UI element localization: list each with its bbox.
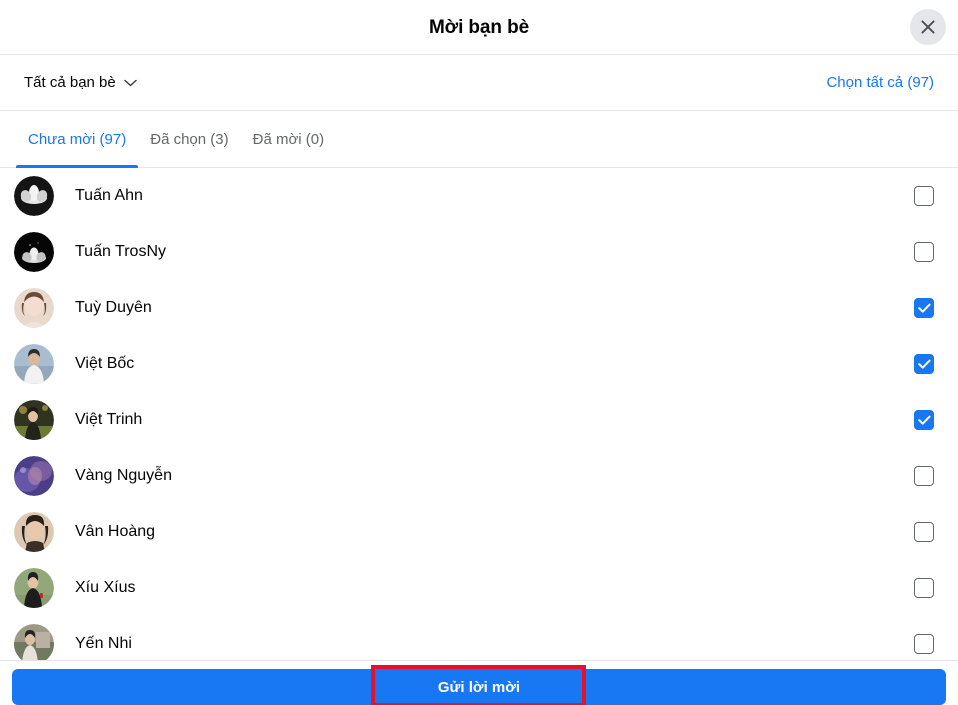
send-invite-button[interactable]: Gửi lời mời	[12, 669, 946, 705]
list-item[interactable]: Tuấn Ahn	[0, 168, 958, 224]
friend-name: Việt Bốc	[75, 355, 135, 373]
friend-name: Việt Trinh	[75, 411, 143, 429]
dialog-header: Mời bạn bè	[0, 0, 958, 55]
tab-selected[interactable]: Đã chọn (3)	[138, 111, 240, 167]
dialog-footer: Gửi lời mời	[0, 660, 958, 705]
friend-checkbox[interactable]	[914, 578, 934, 598]
chevron-down-icon	[124, 75, 137, 90]
avatar	[14, 288, 54, 328]
avatar	[14, 512, 54, 552]
filter-bar: Tất cả bạn bè Chọn tất cả (97)	[0, 55, 958, 111]
friend-name: Yến Nhi	[75, 635, 132, 653]
friend-name: Vân Hoàng	[75, 523, 156, 541]
avatar	[14, 456, 54, 496]
avatar	[14, 400, 54, 440]
friend-checkbox[interactable]	[914, 354, 934, 374]
friend-list[interactable]: Tuấn Ahn Tuấn TrosNy Tuỳ Duyên Việt Bốc …	[0, 168, 958, 660]
list-item[interactable]: Vân Hoàng	[0, 504, 958, 560]
list-item[interactable]: Xíu Xíus	[0, 560, 958, 616]
page-title: Mời bạn bè	[428, 16, 530, 38]
avatar	[14, 344, 54, 384]
invite-friends-dialog: Mời bạn bè Tất cả bạn bè Chọn tất cả (97…	[0, 0, 958, 705]
friend-scope-label: Tất cả bạn bè	[24, 74, 116, 91]
avatar	[14, 568, 54, 608]
avatar	[14, 176, 54, 216]
list-item[interactable]: Vàng Nguyễn	[0, 448, 958, 504]
tabs-bar: Chưa mời (97) Đã chọn (3) Đã mời (0)	[0, 111, 958, 168]
close-icon	[919, 18, 937, 36]
friend-name: Tuỳ Duyên	[75, 299, 152, 317]
friend-checkbox[interactable]	[914, 298, 934, 318]
list-item[interactable]: Tuỳ Duyên	[0, 280, 958, 336]
friend-scope-select[interactable]: Tất cả bạn bè	[24, 75, 137, 90]
friend-checkbox[interactable]	[914, 242, 934, 262]
friend-checkbox[interactable]	[914, 634, 934, 654]
close-button[interactable]	[910, 9, 946, 45]
list-item[interactable]: Tuấn TrosNy	[0, 224, 958, 280]
tab-invited[interactable]: Đã mời (0)	[241, 111, 337, 167]
avatar	[14, 232, 54, 272]
friend-checkbox[interactable]	[914, 466, 934, 486]
list-item[interactable]: Việt Bốc	[0, 336, 958, 392]
tab-not-invited[interactable]: Chưa mời (97)	[16, 111, 139, 168]
friend-name: Tuấn Ahn	[75, 187, 143, 205]
list-item[interactable]: Việt Trinh	[0, 392, 958, 448]
friend-name: Xíu Xíus	[75, 579, 136, 597]
select-all-link[interactable]: Chọn tất cả (97)	[826, 75, 934, 90]
list-item[interactable]: Yến Nhi	[0, 616, 958, 660]
friend-checkbox[interactable]	[914, 186, 934, 206]
friend-checkbox[interactable]	[914, 522, 934, 542]
friend-checkbox[interactable]	[914, 410, 934, 430]
friend-name: Tuấn TrosNy	[75, 243, 166, 261]
avatar	[14, 624, 54, 660]
friend-name: Vàng Nguyễn	[75, 467, 172, 485]
